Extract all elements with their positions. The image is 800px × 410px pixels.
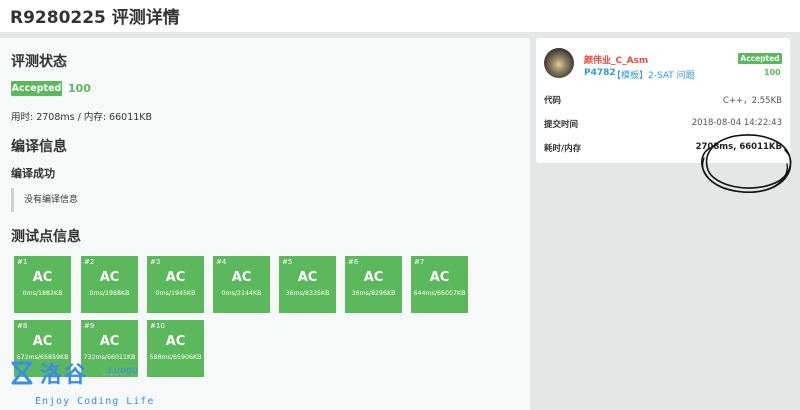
usage-text: 用时: 2708ms / 内存: 66011KB bbox=[11, 112, 153, 123]
testcase-card[interactable]: #2 AC 0ms/1988KB bbox=[81, 256, 138, 313]
testcase-index: #3 bbox=[150, 258, 161, 266]
testcase-index: #9 bbox=[84, 322, 95, 330]
testcase-card[interactable]: #1 AC 0ms/1882KB bbox=[14, 256, 71, 313]
testcase-result: AC bbox=[297, 270, 318, 285]
score-value: 100 bbox=[68, 82, 91, 95]
testcase-result: AC bbox=[231, 270, 252, 285]
testcase-card[interactable]: #6 AC 36ms/8296KB bbox=[345, 256, 402, 313]
time-memory-label: 耗时/内存 bbox=[544, 144, 582, 154]
testcase-meta: 0ms/1988KB bbox=[89, 290, 130, 297]
testcase-meta: 36ms/8335KB bbox=[285, 290, 330, 297]
compile-status: 编译成功 bbox=[11, 167, 55, 180]
logo-english-text: Luogu bbox=[108, 365, 139, 376]
page-title: R9280225 评测详情 bbox=[10, 8, 180, 28]
problem-title-link[interactable]: 【模板】2-SAT 问题 bbox=[612, 68, 695, 81]
top-bar: R9280225 评测详情 bbox=[0, 0, 800, 32]
testcase-meta: 644ms/66007KB bbox=[413, 290, 466, 297]
testcase-card[interactable]: #5 AC 36ms/8335KB bbox=[279, 256, 336, 313]
testcase-result: AC bbox=[165, 270, 186, 285]
hand-drawn-circle-annotation bbox=[701, 134, 792, 194]
testcase-index: #4 bbox=[216, 258, 227, 266]
username-link[interactable]: 颜伟业_C_Asm bbox=[584, 53, 648, 66]
score-value: 100 bbox=[764, 68, 781, 77]
testcase-meta: 0ms/1882KB bbox=[22, 290, 63, 297]
testcase-result: AC bbox=[99, 334, 120, 349]
testcase-result: AC bbox=[99, 270, 120, 285]
compile-message: 没有编译信息 bbox=[11, 188, 211, 212]
problem-id-link[interactable]: P4782 bbox=[584, 68, 616, 78]
luogu-logo: 洛谷 < 3.0 > Luogu Enjoy Coding Life bbox=[5, 357, 165, 410]
status-badge: Accepted bbox=[738, 53, 782, 64]
code-label: 代码 bbox=[544, 96, 562, 106]
testcase-meta: 0ms/1945KB bbox=[155, 290, 196, 297]
testcase-meta: 0ms/2144KB bbox=[221, 290, 262, 297]
testcase-index: #1 bbox=[17, 258, 28, 266]
code-value[interactable]: C++，2.55KB bbox=[723, 94, 782, 106]
submit-time-label: 提交时间 bbox=[544, 120, 579, 130]
luogu-mark-icon bbox=[11, 361, 33, 385]
testcase-index: #10 bbox=[150, 322, 165, 330]
testcase-result: AC bbox=[429, 270, 450, 285]
status-badge: Accepted bbox=[11, 81, 62, 96]
testcase-result: AC bbox=[165, 334, 186, 349]
testcase-index: #8 bbox=[17, 322, 28, 330]
testcase-result: AC bbox=[363, 270, 384, 285]
testcase-index: #6 bbox=[348, 258, 359, 266]
testcase-index: #5 bbox=[282, 258, 293, 266]
avatar[interactable] bbox=[544, 48, 574, 78]
testcase-card[interactable]: #4 AC 0ms/2144KB bbox=[213, 256, 270, 313]
logo-chinese-text: 洛谷 bbox=[40, 363, 89, 388]
submit-time-value: 2018-08-04 14:22:43 bbox=[691, 118, 782, 128]
testcase-card[interactable]: #3 AC 0ms/1945KB bbox=[147, 256, 204, 313]
testcase-section-title: 测试点信息 bbox=[11, 229, 81, 245]
testcase-result: AC bbox=[32, 270, 53, 285]
logo-slogan: Enjoy Coding Life bbox=[35, 396, 155, 407]
compile-section-title: 编译信息 bbox=[11, 139, 67, 155]
testcase-result: AC bbox=[32, 334, 53, 349]
testcase-card[interactable]: #7 AC 644ms/66007KB bbox=[411, 256, 468, 313]
status-section-title: 评测状态 bbox=[11, 54, 67, 70]
testcase-index: #7 bbox=[414, 258, 425, 266]
testcase-meta: 36ms/8296KB bbox=[351, 290, 396, 297]
testcase-index: #2 bbox=[84, 258, 95, 266]
